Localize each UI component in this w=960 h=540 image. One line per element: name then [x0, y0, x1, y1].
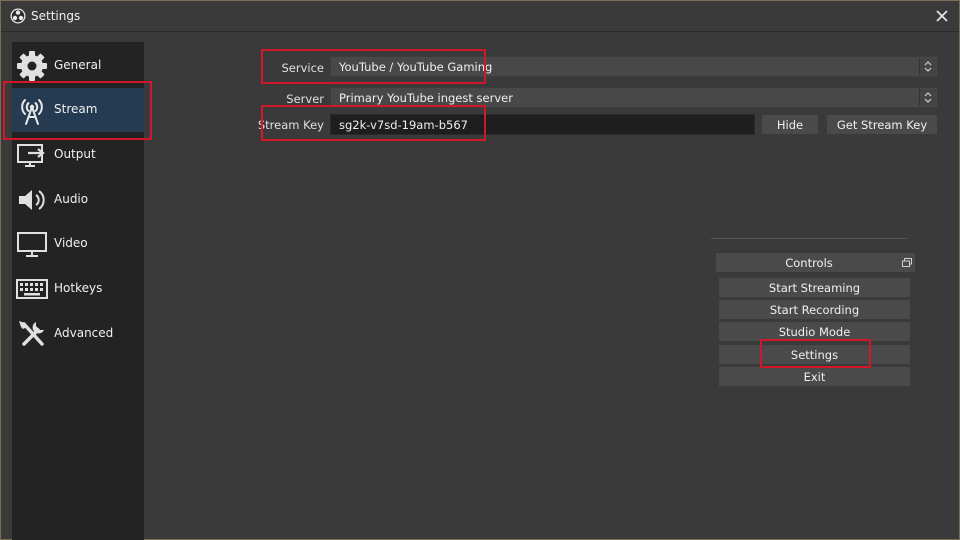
sidebar-item-label: General — [54, 58, 102, 72]
service-dropdown[interactable]: YouTube / YouTube Gaming — [330, 56, 938, 77]
server-dropdown[interactable]: Primary YouTube ingest server — [330, 87, 938, 108]
studio-mode-button[interactable]: Studio Mode — [718, 321, 911, 342]
start-streaming-button[interactable]: Start Streaming — [718, 277, 911, 298]
output-icon — [17, 144, 45, 167]
stream-key-value: sg2k-v7sd-19am-b567 — [339, 118, 468, 132]
controls-title: Controls — [785, 256, 833, 270]
sidebar-item-label: Audio — [54, 192, 89, 206]
sidebar-item-stream[interactable]: Stream — [12, 88, 144, 132]
antenna-icon — [21, 99, 43, 125]
monitor-icon — [17, 232, 47, 257]
speaker-icon — [19, 190, 45, 210]
sidebar-item-label: Stream — [54, 102, 98, 116]
exit-button[interactable]: Exit — [718, 366, 911, 387]
sidebar-item-audio[interactable]: Audio — [12, 178, 144, 222]
sidebar-item-label: Advanced — [54, 326, 114, 340]
sidebar-item-hotkeys[interactable]: Hotkeys — [12, 267, 144, 311]
stream-key-label: Stream Key — [257, 118, 324, 132]
dock-separator — [711, 238, 907, 239]
tools-icon — [19, 321, 44, 346]
window-title: Settings — [31, 9, 81, 23]
server-label: Server — [286, 92, 324, 106]
settings-sidebar: General Stream Output Audio Video Hotkey… — [12, 42, 144, 540]
close-icon[interactable] — [931, 5, 953, 27]
settings-button[interactable]: Settings — [718, 344, 911, 365]
obs-logo-icon — [10, 8, 26, 24]
sidebar-item-general[interactable]: General — [12, 44, 144, 88]
get-stream-key-button[interactable]: Get Stream Key — [826, 114, 938, 135]
server-value: Primary YouTube ingest server — [339, 91, 513, 105]
sidebar-item-label: Output — [54, 147, 96, 161]
sidebar-item-output[interactable]: Output — [12, 133, 144, 177]
sidebar-item-advanced[interactable]: Advanced — [12, 312, 144, 356]
start-recording-button[interactable]: Start Recording — [718, 299, 911, 320]
spinner-arrows-icon — [919, 89, 936, 106]
sidebar-item-label: Video — [54, 236, 88, 250]
controls-dock-title: Controls — [715, 252, 916, 273]
gear-icon — [17, 51, 47, 81]
service-label: Service — [281, 61, 324, 75]
sidebar-item-video[interactable]: Video — [12, 222, 144, 266]
service-value: YouTube / YouTube Gaming — [339, 60, 493, 74]
title-bar: Settings — [1, 1, 959, 32]
keyboard-icon — [16, 279, 48, 299]
stream-key-input[interactable]: sg2k-v7sd-19am-b567 — [330, 114, 755, 135]
undock-icon[interactable] — [902, 258, 912, 267]
sidebar-item-label: Hotkeys — [54, 281, 103, 295]
hide-key-button[interactable]: Hide — [761, 114, 819, 135]
spinner-arrows-icon — [919, 58, 936, 75]
